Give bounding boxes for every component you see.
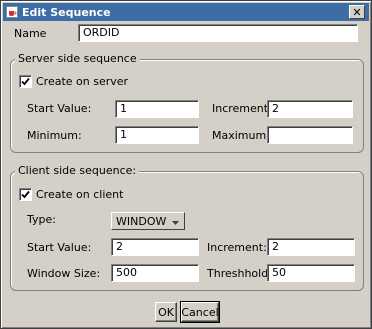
create-on-client-row[interactable]: Create on client bbox=[19, 188, 123, 201]
cancel-button[interactable]: Cancel bbox=[180, 301, 220, 323]
create-on-client-checkbox[interactable] bbox=[19, 188, 32, 201]
ok-button[interactable]: OK bbox=[155, 302, 177, 322]
create-on-server-checkbox[interactable] bbox=[19, 75, 32, 88]
title-bar[interactable]: Edit Sequence ✕ bbox=[3, 3, 369, 21]
close-button[interactable]: ✕ bbox=[349, 5, 365, 19]
server-increment-input[interactable]: 2 bbox=[267, 100, 353, 118]
create-on-server-row[interactable]: Create on server bbox=[19, 75, 128, 88]
create-on-server-label: Create on server bbox=[36, 75, 129, 88]
window-title: Edit Sequence bbox=[22, 5, 111, 19]
client-threshold-input[interactable]: 50 bbox=[267, 264, 355, 282]
client-window-size-label: Window Size: bbox=[27, 267, 101, 280]
create-on-client-label: Create on client bbox=[36, 188, 124, 201]
client-group-title: Client side sequence: bbox=[15, 164, 140, 177]
server-increment-label: Increment: bbox=[212, 102, 272, 115]
server-maximum-input[interactable] bbox=[267, 126, 353, 144]
checkmark-icon bbox=[21, 77, 30, 86]
client-threshold-label: Threshhold: bbox=[207, 267, 272, 280]
client-start-label: Start Value: bbox=[27, 241, 92, 254]
client-increment-label: Increment: bbox=[207, 241, 267, 254]
client-start-input[interactable]: 2 bbox=[111, 238, 199, 256]
server-start-input[interactable]: 1 bbox=[115, 100, 199, 118]
client-window-size-input[interactable]: 500 bbox=[111, 264, 199, 282]
server-group-title: Server side sequence bbox=[15, 52, 140, 65]
client-increment-input[interactable]: 2 bbox=[267, 238, 355, 256]
edit-sequence-dialog: Edit Sequence ✕ Name ORDID Server side s… bbox=[0, 0, 372, 329]
client-type-label: Type: bbox=[27, 213, 56, 226]
server-start-label: Start Value: bbox=[27, 102, 92, 115]
client-type-value: WINDOW bbox=[116, 214, 167, 228]
checkmark-icon bbox=[21, 190, 30, 199]
java-cup-icon bbox=[5, 5, 19, 19]
client-type-dropdown[interactable]: WINDOW bbox=[111, 212, 185, 230]
name-label: Name bbox=[14, 27, 47, 40]
close-icon: ✕ bbox=[352, 5, 362, 19]
dropdown-arrow-icon bbox=[172, 215, 179, 228]
name-input[interactable]: ORDID bbox=[78, 24, 358, 42]
server-maximum-label: Maximum: bbox=[212, 129, 270, 142]
server-minimum-label: Minimum: bbox=[27, 129, 82, 142]
server-minimum-input[interactable]: 1 bbox=[115, 126, 199, 144]
